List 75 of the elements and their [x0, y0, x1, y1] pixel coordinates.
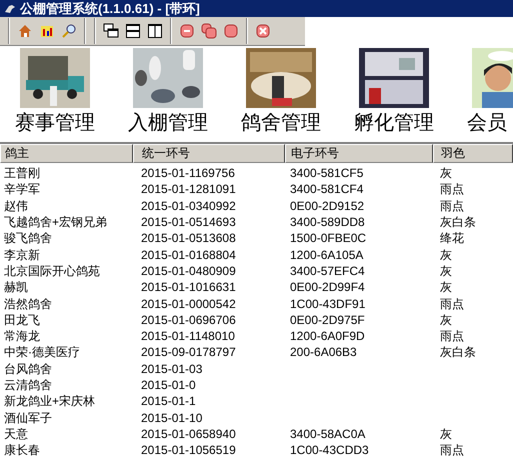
table-cell: 骏飞鸽舍	[4, 231, 52, 246]
table-cell: 雨点	[440, 296, 464, 311]
table-cell: 3400-57EFC4	[290, 264, 365, 278]
table-cell: 灰	[440, 280, 452, 294]
table-cell: 灰	[440, 264, 452, 278]
table-cell: 天意	[4, 426, 28, 441]
table-cell: 3400-589DD8	[290, 215, 365, 230]
table-cell: 田龙飞	[4, 312, 40, 327]
table-cell: 酒仙军子	[4, 410, 52, 425]
module-button[interactable]: 孵化管理	[349, 48, 439, 138]
table-cell: 2015-01-0000542	[141, 296, 236, 311]
table-cell: 康长春	[4, 443, 40, 458]
table-cell: 灰	[440, 166, 452, 180]
table-cell: 2015-01-1169756	[141, 166, 235, 180]
column-header[interactable]: 鸽主	[0, 144, 133, 163]
table-cell: 2015-01-0168804	[141, 248, 236, 262]
table-cell: 2015-01-0513608	[141, 231, 236, 246]
table-cell: 新龙鸽业+宋庆林	[4, 394, 96, 408]
table-cell: 李京新	[4, 248, 40, 262]
table-cell: 2015-01-0514693	[141, 215, 236, 230]
table-cell: 辛学军	[4, 182, 40, 196]
table-cell: 2015-01-0340992	[141, 198, 236, 213]
table-cell: 灰	[440, 426, 452, 441]
table-cell: 灰	[440, 248, 452, 262]
table-cell: 1200-6A0F9D	[290, 329, 365, 344]
table-cell: 2015-01-0696706	[141, 312, 236, 327]
table-cell: 雨点	[440, 329, 464, 344]
table-cell: 200-6A06B3	[290, 345, 357, 360]
table-cell: 王普刚	[4, 166, 40, 180]
table-cell: 灰白条	[440, 345, 476, 360]
table-cell: 0E00-2D99F4	[290, 280, 365, 294]
table-cell: 2015-01-0	[141, 378, 196, 392]
table-cell: 灰	[440, 312, 452, 327]
table-cell: 1500-0FBE0C	[290, 231, 366, 246]
table-cell: 2015-01-1056519	[141, 443, 236, 458]
table-cell: 灰白条	[440, 215, 476, 230]
table-cell: 3400-58AC0A	[290, 426, 366, 441]
table-cell: 2015-01-0480909	[141, 264, 236, 278]
table-cell: 赫凯	[4, 280, 28, 294]
column-header[interactable]: 统一环号	[133, 144, 285, 163]
module-button[interactable]: 入棚管理	[123, 48, 213, 138]
column-header[interactable]: 电子环号	[285, 144, 433, 163]
table-cell: 台风鸽舍	[4, 362, 52, 376]
table-cell: 绛花	[440, 231, 464, 246]
table-cell: 2015-01-03	[141, 362, 202, 376]
table-cell: 雨点	[440, 443, 464, 458]
module-button[interactable]: 会员	[462, 48, 513, 138]
table-cell: 飞越鸽舍+宏钢兄弟	[4, 215, 108, 230]
column-header[interactable]: 羽色	[433, 144, 513, 163]
module-button[interactable]: 赛事管理	[10, 48, 100, 138]
table-cell: 浩然鸽舍	[4, 296, 52, 311]
table-cell: 中荣·德美医疗	[4, 345, 80, 360]
table-cell: 1200-6A105A	[290, 248, 364, 262]
table-cell: 2015-01-0658940	[141, 426, 236, 441]
table-cell: 2015-09-0178797	[141, 345, 236, 360]
pigeon-icon	[4, 2, 16, 14]
table-cell: 常海龙	[4, 329, 40, 344]
table-cell: 2015-01-1016631	[141, 280, 236, 294]
table-cell: 0E00-2D9152	[290, 198, 364, 213]
table-cell: 0E00-2D975F	[290, 312, 365, 327]
table-cell: 2015-01-10	[141, 410, 202, 425]
table-cell: 雨点	[440, 182, 464, 196]
table-cell: 雨点	[440, 198, 464, 213]
table-cell: 2015-01-1281091	[141, 182, 236, 196]
table-cell: 2015-01-1148010	[141, 329, 235, 344]
table-cell: 1C00-43DF91	[290, 296, 366, 311]
table-cell: 云清鸽舍	[4, 378, 52, 392]
module-button[interactable]: 鸽舍管理	[236, 48, 326, 138]
table-cell: 2015-01-1	[141, 394, 196, 408]
table-cell: 1C00-43CDD3	[290, 443, 369, 458]
window-title: 公棚管理系统(1.1.0.61) - [带环]	[20, 2, 200, 15]
table-cell: 赵伟	[4, 198, 28, 213]
table-cell: 3400-581CF4	[290, 182, 364, 196]
table-cell: 北京国际开心鸽苑	[4, 264, 100, 278]
table-cell: 3400-581CF5	[290, 166, 364, 180]
